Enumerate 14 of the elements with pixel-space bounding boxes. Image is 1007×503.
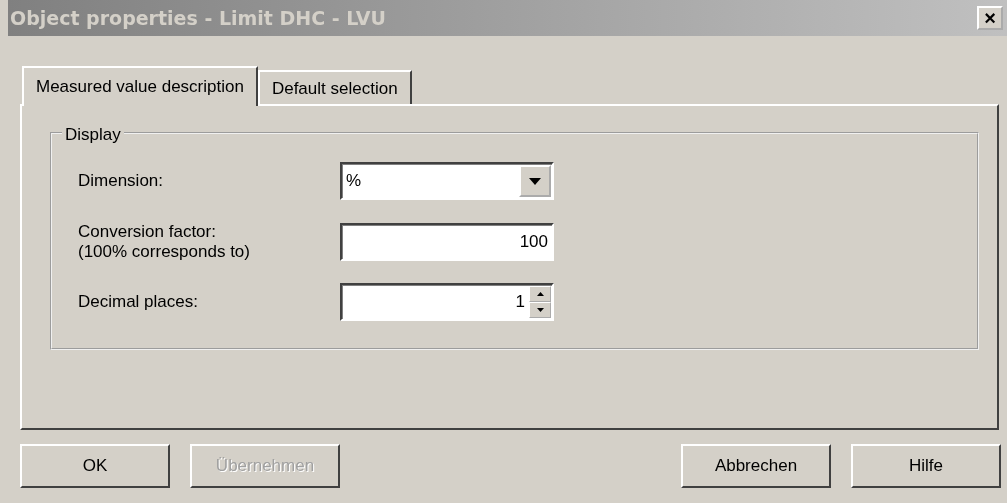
field-label: Dimension: — [78, 171, 165, 191]
dialog-button[interactable]: Abbrechen — [681, 444, 831, 488]
field-label: Decimal places: — [78, 292, 199, 312]
field-label: Conversion factor: (100% corresponds to) — [78, 222, 251, 262]
window-title: Object properties - Limit DHC - LVU — [10, 5, 386, 31]
spin-buttons-icon[interactable] — [529, 286, 551, 319]
close-button[interactable]: × — [977, 6, 1003, 30]
spin-field[interactable]: 1 — [340, 283, 554, 322]
dialog-button[interactable]: Hilfe — [851, 444, 1001, 488]
tab[interactable]: Default selection — [257, 70, 412, 104]
ok-button[interactable]: OK — [20, 444, 170, 488]
tab[interactable]: Measured value description — [22, 66, 258, 106]
dropdown[interactable]: % — [340, 162, 554, 200]
input-field[interactable]: 100 — [340, 222, 554, 261]
